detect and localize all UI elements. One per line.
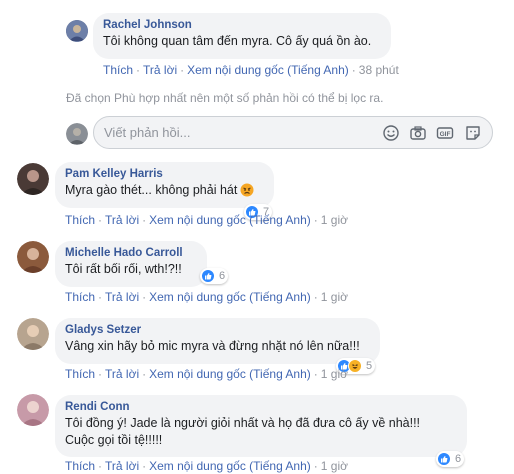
timestamp[interactable]: 1 giờ <box>321 290 348 304</box>
sticker-icon[interactable] <box>464 124 482 142</box>
timestamp[interactable]: 1 giờ <box>321 367 348 381</box>
see-original-link[interactable]: Xem nội dung gốc (Tiếng Anh) <box>187 63 349 77</box>
reply-link[interactable]: Trả lời <box>105 290 139 304</box>
comment-bubble: Pam Kelley Harris Myra gào thét... không… <box>55 162 274 208</box>
reply-link[interactable]: Trả lời <box>105 367 139 381</box>
comment-actions: Thích · Trả lời · Xem nội dung gốc (Tiếng An… <box>103 63 399 77</box>
emoji-icon[interactable] <box>382 124 400 142</box>
like-link[interactable]: Thích <box>65 367 95 381</box>
comment-text-content: Myra gào thét... không phải hát <box>65 183 238 197</box>
comment-actions: Thích · Trả lời · Xem nội dung gốc (Tiếng An… <box>65 213 348 227</box>
like-link[interactable]: Thích <box>65 213 95 227</box>
haha-reaction-icon <box>348 359 362 373</box>
reaction-count: 6 <box>455 453 462 465</box>
angry-face-icon <box>240 183 254 202</box>
avatar[interactable] <box>17 241 49 273</box>
reaction-summary[interactable]: 6 <box>436 451 465 467</box>
like-link[interactable]: Thích <box>103 63 133 77</box>
comment-bubble: Rachel Johnson Tôi không quan tâm đến my… <box>93 13 391 59</box>
like-reaction-icon <box>201 269 215 283</box>
reaction-summary[interactable]: 6 <box>200 268 229 284</box>
like-link[interactable]: Thích <box>65 459 95 473</box>
reply-link[interactable]: Trả lời <box>105 459 139 473</box>
like-link[interactable]: Thích <box>65 290 95 304</box>
comment-bubble: Gladys Setzer Vâng xin hãy bỏ mic myra v… <box>55 318 380 364</box>
comment-author[interactable]: Rachel Johnson <box>103 18 381 33</box>
comment-actions: Thích · Trả lời · Xem nội dung gốc (Tiếng An… <box>65 459 348 473</box>
avatar[interactable] <box>17 163 49 195</box>
comment-author[interactable]: Gladys Setzer <box>65 323 370 338</box>
see-original-link[interactable]: Xem nội dung gốc (Tiếng Anh) <box>149 290 311 304</box>
comment-text-line2: Cuộc gọi tồi tệ!!!!! <box>65 433 163 447</box>
reaction-count: 6 <box>219 270 226 282</box>
timestamp[interactable]: 1 giờ <box>321 459 348 473</box>
gif-icon[interactable]: GIF <box>436 124 454 142</box>
comment-bubble: Rendi Conn Tôi đồng ý! Jade là người giỏ… <box>55 395 467 457</box>
comment-text: Vâng xin hãy bỏ mic myra và đừng nhặt nó… <box>65 339 360 353</box>
camera-icon[interactable] <box>409 124 427 142</box>
comment-actions: Thích · Trả lời · Xem nội dung gốc (Tiếng An… <box>65 290 348 304</box>
timestamp[interactable]: 38 phút <box>359 63 399 77</box>
filter-note: Đã chọn Phù hợp nhất nên một số phản hồi… <box>66 91 384 105</box>
reply-input[interactable]: Viết phản hồi... GIF <box>93 116 493 149</box>
comment-author[interactable]: Michelle Hado Carroll <box>65 246 197 261</box>
comment-actions: Thích · Trả lời · Xem nội dung gốc (Tiếng An… <box>65 367 348 381</box>
avatar[interactable] <box>17 394 49 426</box>
comment-bubble: Michelle Hado Carroll Tôi rất bối rối, w… <box>55 241 207 287</box>
reply-link[interactable]: Trả lời <box>105 213 139 227</box>
svg-text:GIF: GIF <box>440 131 451 138</box>
avatar[interactable] <box>66 20 88 42</box>
comment-author[interactable]: Rendi Conn <box>65 400 457 415</box>
timestamp[interactable]: 1 giờ <box>321 213 348 227</box>
see-original-link[interactable]: Xem nội dung gốc (Tiếng Anh) <box>149 367 311 381</box>
comment-text: Tôi không quan tâm đến myra. Cô ấy quá ồ… <box>103 34 372 48</box>
see-original-link[interactable]: Xem nội dung gốc (Tiếng Anh) <box>149 459 311 473</box>
reply-link[interactable]: Trả lời <box>143 63 177 77</box>
reaction-count: 5 <box>366 360 373 372</box>
see-original-link[interactable]: Xem nội dung gốc (Tiếng Anh) <box>149 213 311 227</box>
comment-text: Myra gào thét... không phải hát <box>65 182 264 202</box>
comment-text-line1: Tôi đồng ý! Jade là người giỏi nhất và h… <box>65 416 421 430</box>
current-user-avatar <box>66 123 88 145</box>
comment-author[interactable]: Pam Kelley Harris <box>65 167 264 182</box>
reply-placeholder: Viết phản hồi... <box>104 125 191 140</box>
comment-text: Tôi rất bối rối, wth!?!! <box>65 262 182 276</box>
avatar[interactable] <box>17 318 49 350</box>
